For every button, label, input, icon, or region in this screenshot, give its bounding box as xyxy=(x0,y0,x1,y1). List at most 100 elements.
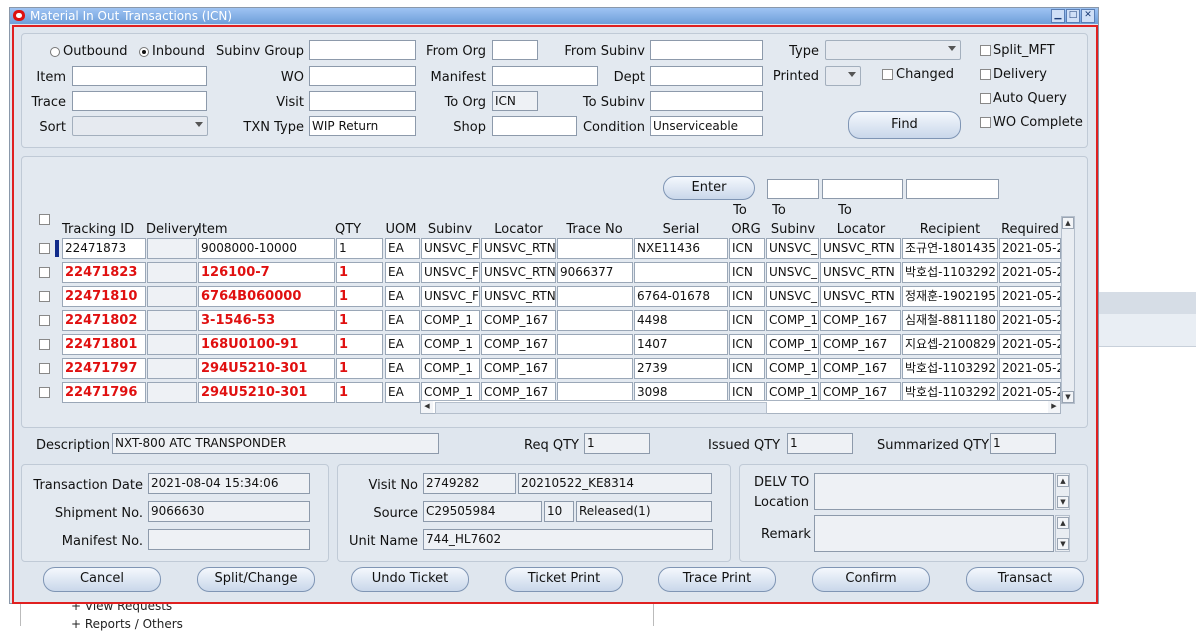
required-cell[interactable]: 2021-05-2 xyxy=(999,286,1061,307)
locator-cell[interactable]: COMP_167 xyxy=(481,334,556,355)
scroll-down-icon[interactable]: ▼ xyxy=(1057,538,1069,550)
uom-cell[interactable]: EA xyxy=(385,310,420,331)
uom-cell[interactable]: EA xyxy=(385,358,420,379)
required-cell[interactable]: 2021-05-2 xyxy=(999,238,1061,259)
serial-cell[interactable]: 4498 xyxy=(634,310,728,331)
transaction-date-field[interactable]: 2021-08-04 15:34:06 xyxy=(148,473,310,494)
row-select-checkbox[interactable] xyxy=(39,387,50,398)
item-cell[interactable]: 6764B060000 xyxy=(198,286,335,307)
to-locator-cell[interactable]: UNSVC_RTN xyxy=(820,238,901,259)
uom-cell[interactable]: EA xyxy=(385,382,420,403)
type-dropdown[interactable] xyxy=(825,40,961,60)
trace-no-cell[interactable] xyxy=(557,310,633,331)
tracking-id-cell[interactable]: 22471797 xyxy=(62,358,146,379)
item-cell[interactable]: 294U5210-301 xyxy=(198,358,335,379)
trace-print-button[interactable]: Trace Print xyxy=(658,567,776,592)
row-select-checkbox[interactable] xyxy=(39,339,50,350)
delivery-cell[interactable] xyxy=(147,238,197,259)
trace-no-cell[interactable] xyxy=(557,286,633,307)
to-locator-cell[interactable]: COMP_167 xyxy=(820,310,901,331)
to-org-cell[interactable]: ICN xyxy=(729,238,765,259)
item-field[interactable] xyxy=(72,66,207,86)
to-subinv-field[interactable] xyxy=(650,91,763,111)
uom-cell[interactable]: EA xyxy=(385,334,420,355)
delivery-checkbox[interactable] xyxy=(980,69,991,80)
locator-cell[interactable]: UNSVC_RTN xyxy=(481,262,556,283)
delivery-cell[interactable] xyxy=(147,334,197,355)
sort-dropdown[interactable] xyxy=(72,116,208,136)
close-icon[interactable]: ✕ xyxy=(1081,9,1095,23)
required-cell[interactable]: 2021-05-2 xyxy=(999,334,1061,355)
to-subinv-cell[interactable]: UNSVC_ xyxy=(766,238,819,259)
split-mft-checkbox[interactable] xyxy=(980,45,991,56)
transact-button[interactable]: Transact xyxy=(966,567,1084,592)
auto-query-checkbox[interactable] xyxy=(980,93,991,104)
changed-checkbox[interactable] xyxy=(882,69,893,80)
outbound-radio[interactable] xyxy=(50,47,60,57)
enter-button[interactable]: Enter xyxy=(663,176,755,200)
to-locator-cell[interactable]: COMP_167 xyxy=(820,334,901,355)
printed-dropdown[interactable] xyxy=(825,66,861,86)
subinv-cell[interactable]: UNSVC_F xyxy=(421,262,480,283)
grid-horizontal-scrollbar[interactable]: ◀ ▶ xyxy=(420,400,1061,414)
qty-cell[interactable]: 1 xyxy=(336,310,383,331)
serial-cell[interactable] xyxy=(634,262,728,283)
summarized-qty-field[interactable]: 1 xyxy=(990,433,1056,454)
from-subinv-field[interactable] xyxy=(650,40,763,60)
to-org-cell[interactable]: ICN xyxy=(729,262,765,283)
shipment-no-field[interactable]: 9066630 xyxy=(148,501,310,522)
to-locator-cell[interactable]: COMP_167 xyxy=(820,358,901,379)
from-org-field[interactable] xyxy=(492,40,538,60)
tracking-id-cell[interactable]: 22471796 xyxy=(62,382,146,403)
source-line-field[interactable]: 10 xyxy=(544,501,574,522)
tracking-id-cell[interactable]: 22471802 xyxy=(62,310,146,331)
trace-no-cell[interactable] xyxy=(557,238,633,259)
minimize-icon[interactable]: ▁ xyxy=(1051,9,1065,23)
trace-field[interactable] xyxy=(72,91,207,111)
delivery-cell[interactable] xyxy=(147,382,197,403)
locator-cell[interactable]: COMP_167 xyxy=(481,310,556,331)
uom-cell[interactable]: EA xyxy=(385,238,420,259)
scroll-down-icon[interactable]: ▼ xyxy=(1062,391,1074,403)
manifest-no-field[interactable] xyxy=(148,529,310,550)
subinv-cell[interactable]: UNSVC_F xyxy=(421,238,480,259)
filter-field-1[interactable] xyxy=(767,179,819,199)
row-select-checkbox[interactable] xyxy=(39,291,50,302)
scroll-down-icon[interactable]: ▼ xyxy=(1057,496,1069,508)
qty-cell[interactable]: 1 xyxy=(336,358,383,379)
item-cell[interactable]: 126100-7 xyxy=(198,262,335,283)
uom-cell[interactable]: EA xyxy=(385,262,420,283)
req-qty-field[interactable]: 1 xyxy=(584,433,650,454)
item-cell[interactable]: 294U5210-301 xyxy=(198,382,335,403)
serial-cell[interactable]: NXE11436 xyxy=(634,238,728,259)
qty-cell[interactable]: 1 xyxy=(336,334,383,355)
required-cell[interactable]: 2021-05-2 xyxy=(999,310,1061,331)
locator-cell[interactable]: UNSVC_RTN xyxy=(481,238,556,259)
undo-ticket-button[interactable]: Undo Ticket xyxy=(351,567,469,592)
scroll-left-icon[interactable]: ◀ xyxy=(421,401,433,413)
row-select-checkbox[interactable] xyxy=(39,315,50,326)
trace-no-cell[interactable] xyxy=(557,358,633,379)
to-locator-cell[interactable]: UNSVC_RTN xyxy=(820,262,901,283)
to-subinv-cell[interactable]: UNSVC_ xyxy=(766,262,819,283)
qty-cell[interactable]: 1 xyxy=(336,382,383,403)
select-all-checkbox[interactable] xyxy=(39,214,50,225)
remark-scrollbar[interactable]: ▲ ▼ xyxy=(1055,515,1070,552)
to-locator-cell[interactable]: UNSVC_RTN xyxy=(820,286,901,307)
tracking-id-cell[interactable]: 22471823 xyxy=(62,262,146,283)
subinv-cell[interactable]: UNSVC_F xyxy=(421,286,480,307)
condition-field[interactable]: Unserviceable xyxy=(650,116,763,136)
to-subinv-cell[interactable]: COMP_1 xyxy=(766,310,819,331)
remark-field[interactable] xyxy=(814,515,1054,552)
item-cell[interactable]: 9008000-10000 xyxy=(198,238,335,259)
trace-no-cell[interactable]: 9066377 xyxy=(557,262,633,283)
serial-cell[interactable]: 1407 xyxy=(634,334,728,355)
recipient-cell[interactable]: 박호섭-1103292 xyxy=(902,262,998,283)
ticket-print-button[interactable]: Ticket Print xyxy=(505,567,623,592)
recipient-cell[interactable]: 조규연-1801435 xyxy=(902,238,998,259)
visit-no-field[interactable]: 2749282 xyxy=(423,473,516,494)
source-field[interactable]: C29505984 xyxy=(423,501,542,522)
to-subinv-cell[interactable]: UNSVC_ xyxy=(766,286,819,307)
subinv-cell[interactable]: COMP_1 xyxy=(421,358,480,379)
locator-cell[interactable]: UNSVC_RTN xyxy=(481,286,556,307)
